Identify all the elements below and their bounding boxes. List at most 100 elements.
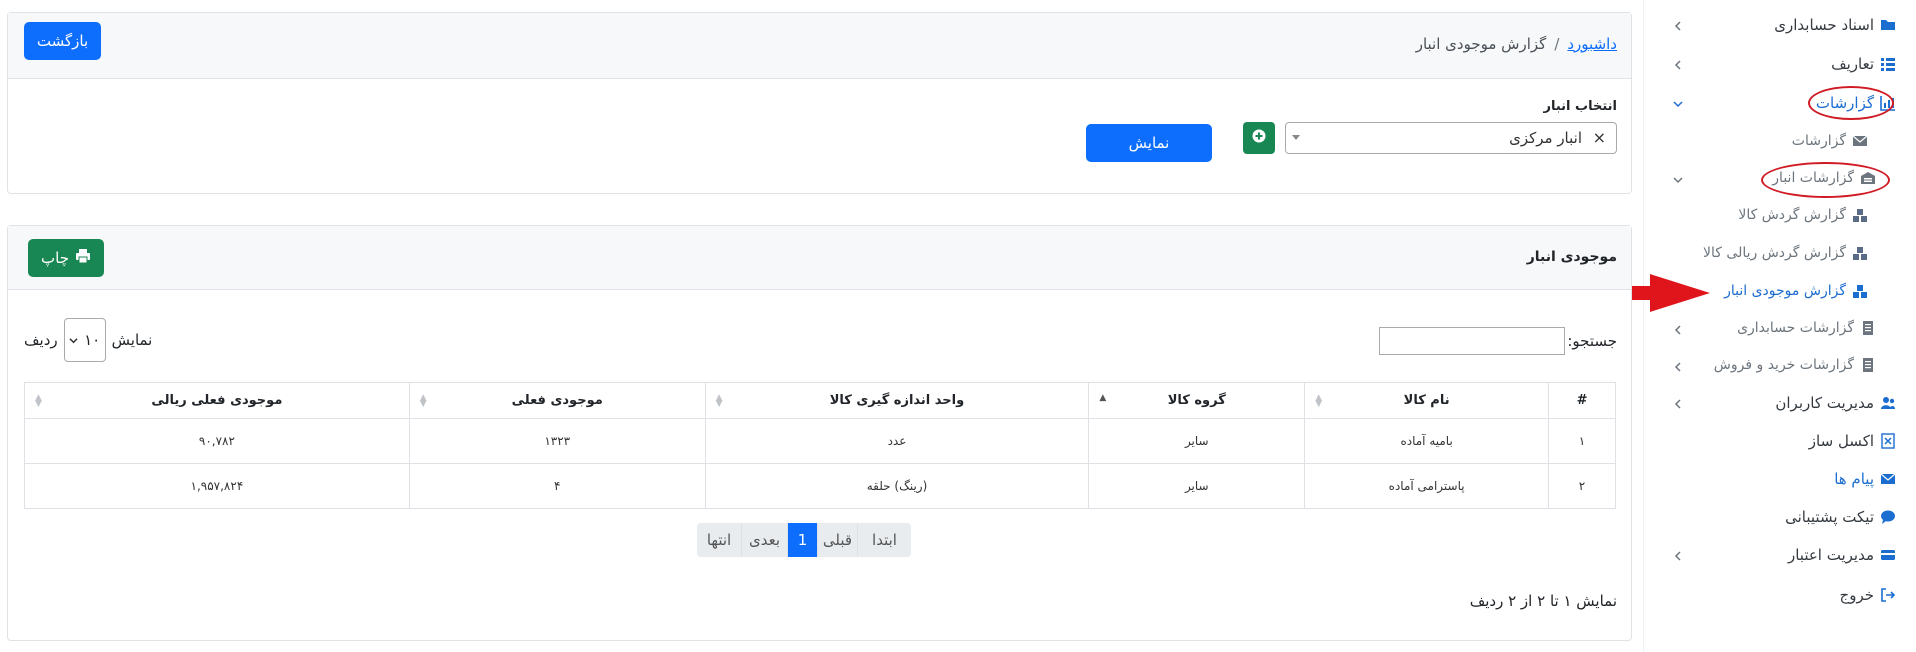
cell-item-group: سایر (1088, 463, 1306, 509)
pagination-first[interactable]: ابتدا (857, 523, 911, 557)
report-title: موجودی انبار (1526, 249, 1617, 265)
list-icon (1880, 56, 1896, 72)
page-length-value: ۱۰ (84, 331, 101, 349)
sort-icon: ▲ ▼ (419, 393, 427, 409)
column-header-index[interactable]: # (1548, 382, 1616, 419)
boxes-icon (1852, 245, 1868, 261)
cell-index: ۱ (1548, 418, 1616, 464)
pagination-prev[interactable]: قبلی (817, 523, 857, 557)
chevron-down-icon[interactable] (1292, 135, 1300, 140)
search-label: جستجو: (1567, 332, 1617, 350)
warehouse-select-label: انتخاب انبار (1543, 99, 1618, 114)
sidebar-item-label: گزارشات (1791, 133, 1846, 149)
show-button[interactable]: نمایش (1086, 124, 1212, 162)
search-input[interactable] (1379, 327, 1566, 355)
printer-icon (75, 248, 91, 268)
sort-icon: ▲ ▼ (35, 393, 42, 409)
sidebar-item-logout[interactable]: خروج (1840, 586, 1896, 604)
filter-card: داشبورد / گزارش موجودی انبار بازگشت انتخ… (7, 12, 1632, 194)
page-length-select[interactable]: ۱۰ (63, 318, 106, 362)
column-header-unit[interactable]: واحد اندازه گیری کالا ▲ ▼ (704, 382, 1090, 419)
sidebar-item-excel-builder[interactable]: اکسل ساز (1809, 432, 1896, 450)
table-row: ۱ بامیه آماده سایر عدد ۱۳۲۳ ۹۰,۷۸۲ (24, 418, 1616, 464)
table-info: نمایش ۱ تا ۲ از ۲ ردیف (1469, 592, 1617, 610)
excel-icon (1880, 433, 1896, 449)
length-show-label: نمایش (111, 331, 153, 349)
pagination-next[interactable]: بعدی (741, 523, 787, 557)
sidebar-item-credit-management[interactable]: مدیریت اعتبار (1788, 546, 1896, 564)
sidebar-item-accounting-docs[interactable]: اسناد حسابداری (1774, 16, 1896, 34)
sidebar-item-user-management[interactable]: مدیریت کاربران (1775, 394, 1896, 412)
chevron-down-icon (69, 331, 78, 349)
breadcrumb-current: گزارش موجودی انبار (1415, 35, 1547, 53)
envelope-icon (1880, 471, 1896, 487)
cell-item-name: بامیه آماده (1304, 418, 1550, 464)
breadcrumb-home-link[interactable]: داشبورد (1567, 35, 1617, 53)
sidebar-item-label: گزارش موجودی انبار (1724, 283, 1846, 299)
sidebar-item-support-ticket[interactable]: تیکت پشتیبانی (1785, 508, 1896, 526)
chevron-left-icon[interactable] (1671, 397, 1685, 411)
chevron-left-icon[interactable] (1671, 360, 1685, 374)
sidebar-item-sales-reports[interactable]: گزارشات خرید و فروش (1714, 357, 1876, 373)
chevron-left-icon[interactable] (1671, 58, 1685, 72)
pagination-last[interactable]: انتها (697, 523, 741, 557)
annotation-ellipse (1808, 86, 1894, 120)
sidebar-item-label: گزارشات حسابداری (1737, 320, 1854, 336)
stock-table: # نام کالا ▲ ▼ گروه کالا ▲ واحد اندازه گیری… (24, 382, 1616, 509)
chevron-down-icon[interactable] (1671, 97, 1685, 111)
print-label: چاپ (41, 249, 69, 267)
table-header-row: # نام کالا ▲ ▼ گروه کالا ▲ واحد اندازه گیری… (24, 382, 1616, 419)
page-length-control: نمایش ۱۰ ردیف (24, 318, 152, 362)
breadcrumb: داشبورد / گزارش موجودی انبار (1416, 35, 1617, 53)
comment-icon (1880, 509, 1896, 525)
back-button[interactable]: بازگشت (24, 22, 101, 60)
chevron-left-icon[interactable] (1671, 19, 1685, 33)
boxes-icon (1852, 283, 1868, 299)
sidebar-item-accounting-reports[interactable]: گزارشات حسابداری (1737, 320, 1876, 336)
sidebar-item-label: اسناد حسابداری (1774, 16, 1874, 34)
users-icon (1880, 395, 1896, 411)
plus-circle-icon (1252, 129, 1266, 147)
warehouse-selected-value: انبار مرکزی (1509, 129, 1582, 147)
report-header: موجودی انبار چاپ (8, 226, 1631, 290)
sort-asc-icon: ▲ (1099, 393, 1107, 403)
select-clear-icon[interactable]: × (1593, 128, 1606, 147)
sidebar-item-label: گزارش گردش کالا (1738, 207, 1846, 223)
cell-current-stock-rial: ۹۰,۷۸۲ (24, 418, 410, 464)
column-header-item-name[interactable]: نام کالا ▲ ▼ (1304, 382, 1550, 419)
sidebar-item-reports-sub[interactable]: گزارشات (1792, 133, 1868, 149)
pagination-current[interactable]: 1 (787, 523, 817, 557)
sidebar-item-label: مدیریت اعتبار (1787, 546, 1874, 564)
sign-out-icon (1880, 587, 1896, 603)
sidebar-item-warehouse-stock[interactable]: گزارش موجودی انبار (1724, 283, 1868, 299)
add-warehouse-button[interactable] (1243, 122, 1275, 154)
folder-icon (1880, 17, 1896, 33)
sidebar-item-definitions[interactable]: تعاریف (1831, 55, 1896, 73)
credit-card-icon (1880, 547, 1896, 563)
cell-current-stock: ۱۳۲۳ (408, 418, 706, 464)
chevron-down-icon[interactable] (1671, 173, 1685, 187)
warehouse-select[interactable]: × انبار مرکزی (1285, 122, 1617, 154)
sidebar: اسناد حسابداری تعاریف گزارشات گزارشات گز… (1643, 0, 1916, 652)
sidebar-item-label: تعاریف (1831, 55, 1874, 73)
sidebar-item-label: گزارشات خرید و فروش (1713, 357, 1854, 373)
sidebar-item-label: خروج (1839, 586, 1874, 604)
chevron-left-icon[interactable] (1671, 323, 1685, 337)
cell-index: ۲ (1548, 463, 1616, 509)
print-button[interactable]: چاپ (28, 239, 104, 277)
cell-unit: (رینگ) حلقه (704, 463, 1090, 509)
breadcrumb-separator: / (1554, 35, 1560, 53)
column-header-current-stock[interactable]: موجودی فعلی ▲ ▼ (408, 382, 706, 419)
sidebar-item-label: اکسل ساز (1808, 432, 1874, 450)
column-header-item-group[interactable]: گروه کالا ▲ (1088, 382, 1306, 419)
sidebar-item-goods-turnover[interactable]: گزارش گردش کالا (1738, 207, 1868, 223)
sort-icon: ▲ ▼ (715, 393, 723, 409)
sidebar-item-label: مدیریت کاربران (1775, 394, 1874, 412)
sidebar-item-messages[interactable]: پیام ها (1834, 470, 1896, 488)
search-control: جستجو: (1379, 327, 1617, 355)
chevron-left-icon[interactable] (1671, 549, 1685, 563)
sidebar-item-rial-turnover[interactable]: گزارش گردش ریالی کالا (1703, 245, 1868, 261)
cell-item-name: پاسترامی آماده (1304, 463, 1550, 509)
column-header-current-stock-rial[interactable]: موجودی فعلی ریالی ▲ ▼ (24, 382, 410, 419)
cell-unit: عدد (704, 418, 1090, 464)
